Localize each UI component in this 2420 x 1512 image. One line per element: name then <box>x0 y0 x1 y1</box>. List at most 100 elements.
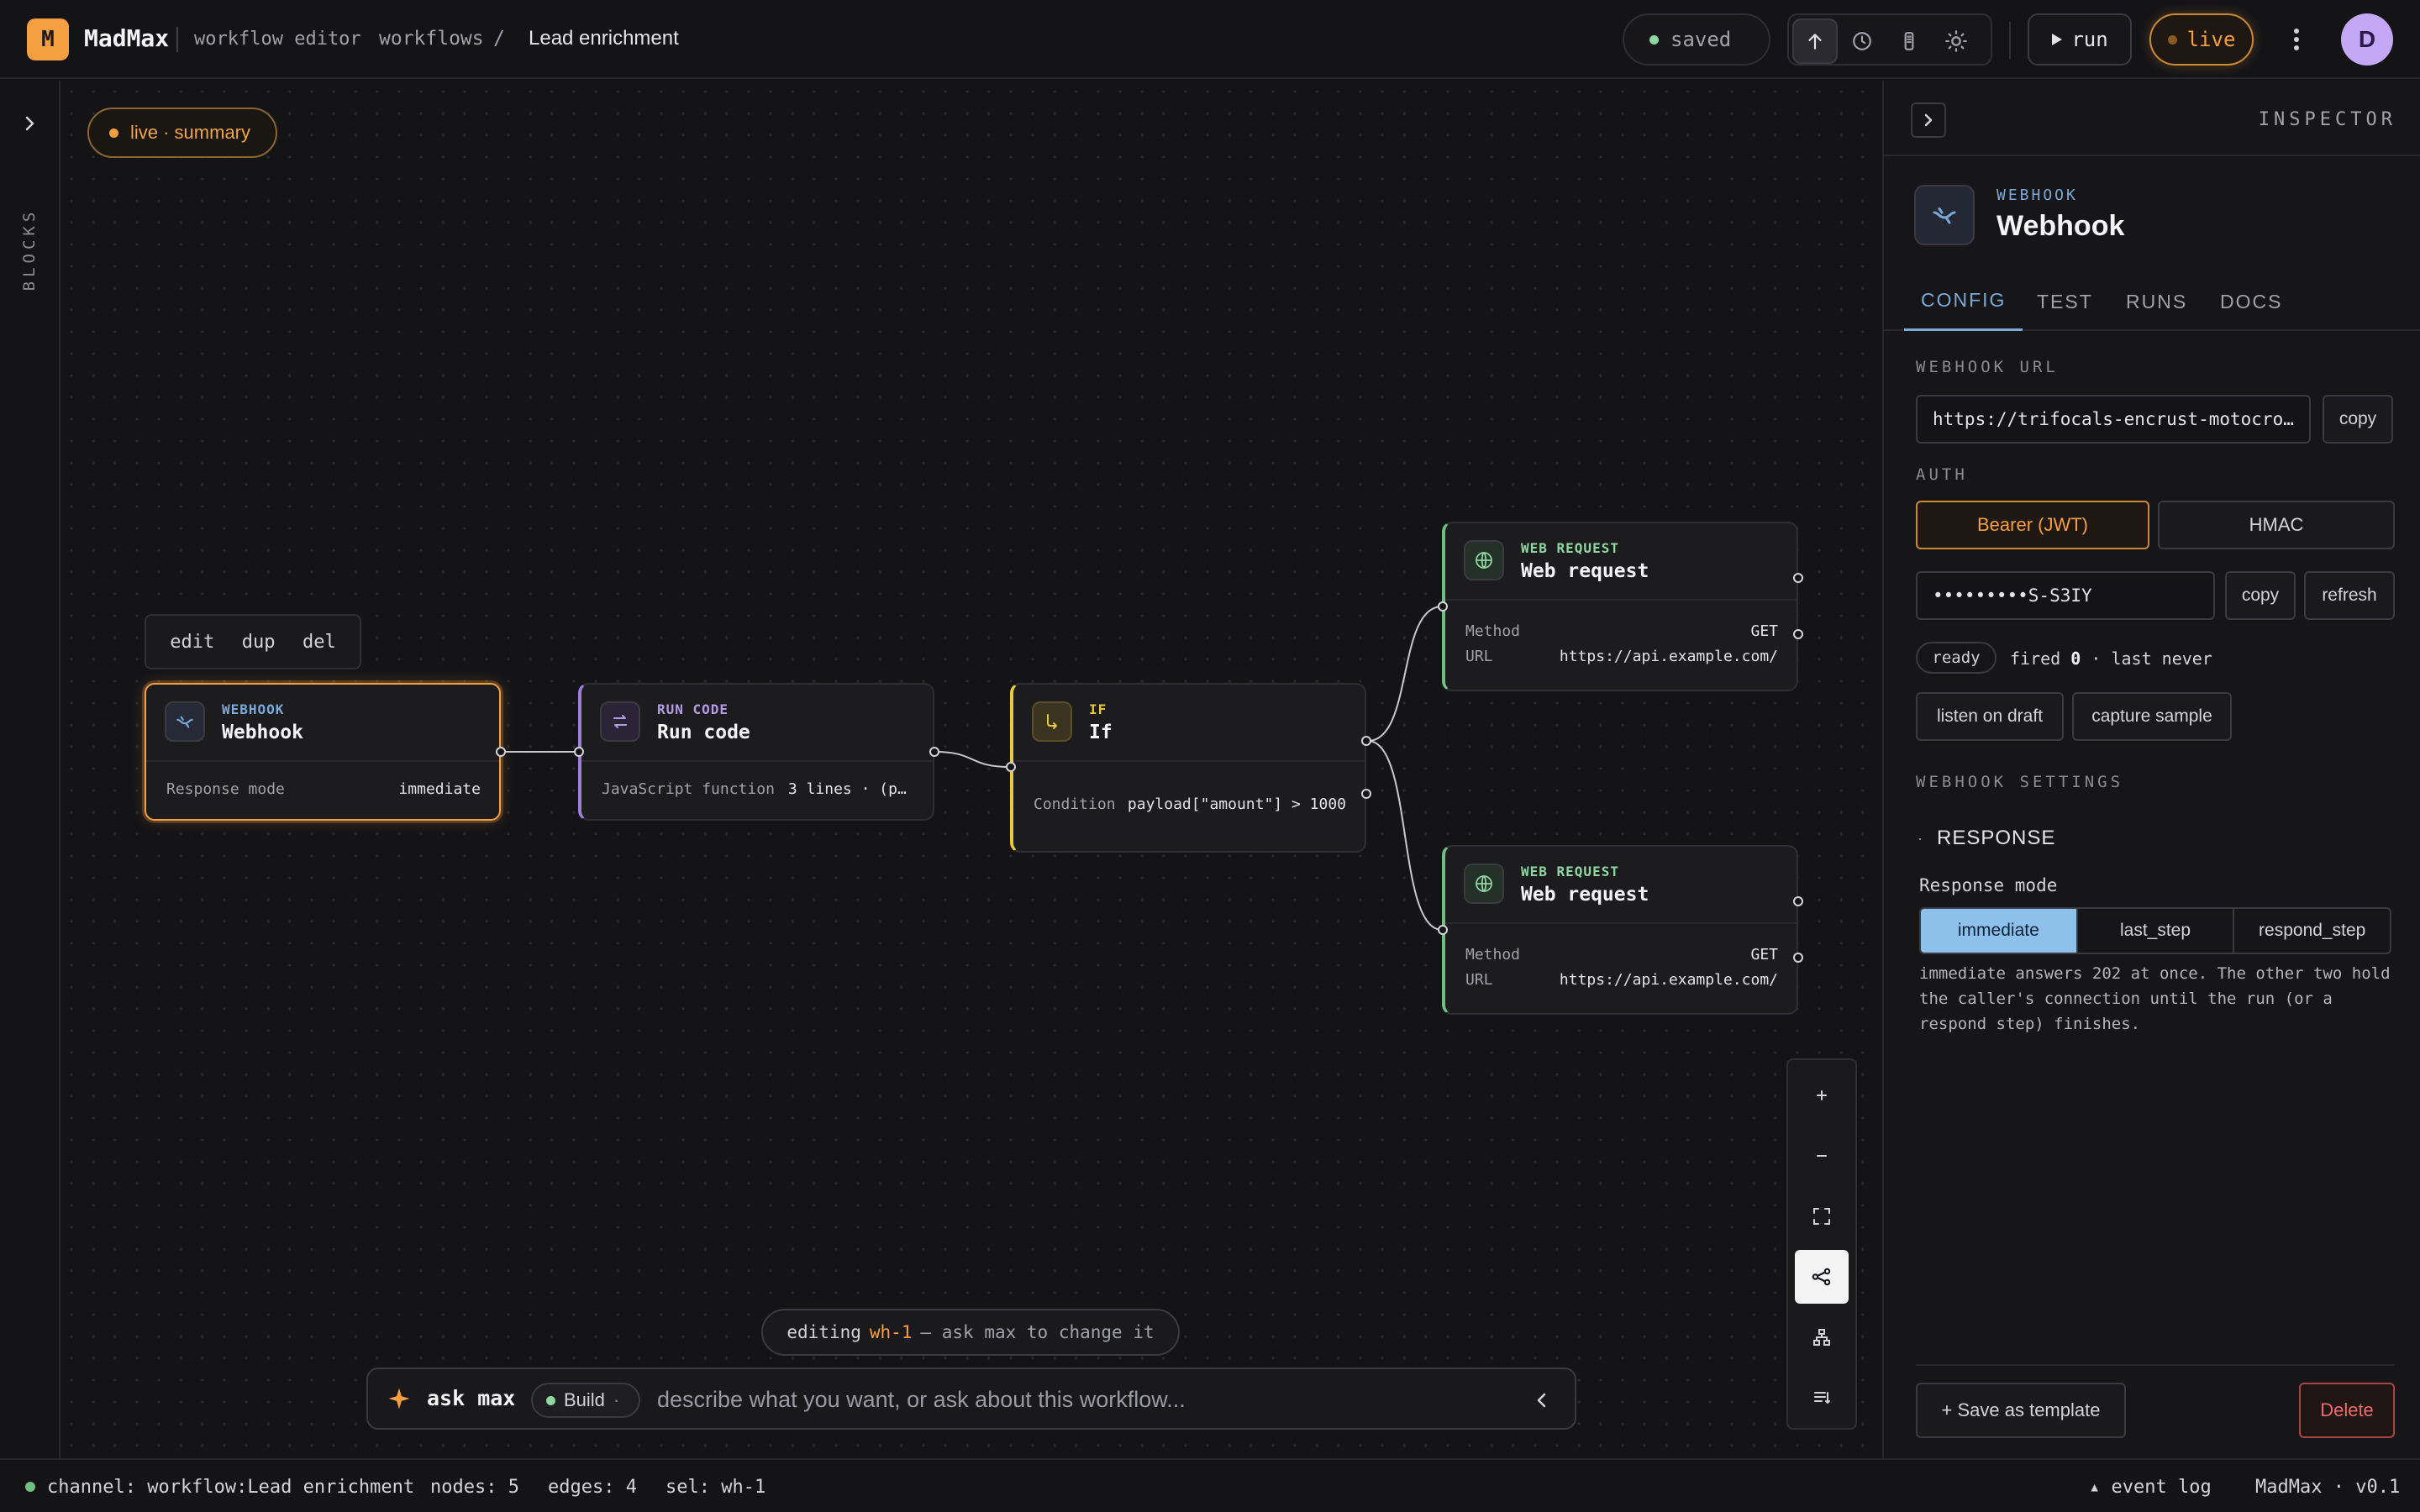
tab-docs[interactable]: DOCS <box>2220 272 2282 331</box>
output-port[interactable] <box>1793 896 1803 906</box>
node-count: nodes: 5 <box>430 1477 519 1498</box>
event-log-toggle[interactable]: ▴ event log <box>2089 1477 2212 1498</box>
fired-suffix: · last never <box>2091 648 2212 669</box>
delete-node-button[interactable]: Delete <box>2299 1383 2395 1438</box>
row-value: 3 lines · (payload) <box>787 780 914 798</box>
mode-suffix: · <box>613 1389 620 1410</box>
tree-layout-icon <box>1812 1327 1832 1347</box>
response-mode-respond-step[interactable]: respond_step <box>2234 909 2390 953</box>
avatar[interactable]: D <box>2341 13 2393 66</box>
tab-test[interactable]: TEST <box>2037 272 2093 331</box>
response-mode-selector: immediate last_step respond_step <box>1919 907 2391 954</box>
edge-if-req2[interactable] <box>1367 740 1443 931</box>
edge-if-req1[interactable] <box>1367 606 1443 742</box>
auth-hmac-option[interactable]: HMAC <box>2158 501 2395 549</box>
mode-selector[interactable]: Build · <box>531 1383 640 1418</box>
error-port[interactable] <box>1793 629 1803 639</box>
node-if[interactable]: IF If Condition payload["amount"] > 1000 <box>1006 683 1371 853</box>
zoom-out-button[interactable] <box>1795 1129 1849 1183</box>
status-badge: ready <box>1916 642 1996 674</box>
history-button[interactable] <box>1839 18 1885 64</box>
response-mode-immediate[interactable]: immediate <box>1921 909 2078 953</box>
node-webhook[interactable]: WEBHOOK Webhook Response mode immediate <box>145 683 506 821</box>
false-output-port[interactable] <box>1361 789 1371 799</box>
channel-status: channel: workflow:Lead enrichment <box>47 1477 415 1498</box>
workflow-canvas[interactable]: live · summary edit dup del WEBHOOK Webh… <box>60 81 1882 1458</box>
inspector-node-name[interactable]: Webhook <box>1996 210 2124 243</box>
output-port[interactable] <box>1793 573 1803 583</box>
edge-runcode-if[interactable] <box>934 751 1011 768</box>
more-menu-button[interactable] <box>2277 20 2316 59</box>
collapse-ask-button[interactable] <box>1529 1388 1555 1413</box>
output-port[interactable] <box>929 747 939 757</box>
input-port[interactable] <box>1438 601 1448 612</box>
webhook-url-label: WEBHOOK URL <box>1916 358 2059 376</box>
node-type-label: RUN CODE <box>657 701 729 717</box>
node-action-toolbar: edit dup del <box>145 614 361 669</box>
input-port[interactable] <box>574 747 584 757</box>
expand-blocks-button[interactable] <box>17 111 42 136</box>
node-web-request-2[interactable]: WEB REQUEST Web request Method GET URL h… <box>1438 845 1803 1015</box>
row-value: GET <box>1750 946 1778 963</box>
auto-layout-button[interactable] <box>1795 1250 1849 1304</box>
live-button[interactable]: live <box>2149 13 2254 66</box>
fired-prefix: fired <box>2010 648 2061 669</box>
response-mode-last-step[interactable]: last_step <box>2078 909 2235 953</box>
list-view-button[interactable] <box>1795 1371 1849 1425</box>
webhook-icon <box>1914 185 1975 245</box>
fit-view-button[interactable] <box>1795 1189 1849 1243</box>
capture-sample-button[interactable]: capture sample <box>2072 692 2232 741</box>
globe-icon <box>1464 540 1504 580</box>
collapse-dot-icon: · <box>1918 829 1923 847</box>
node-type-label: WEB REQUEST <box>1521 864 1619 879</box>
duplicate-node-button[interactable]: dup <box>242 632 276 653</box>
deploy-button[interactable] <box>1792 18 1838 64</box>
error-port[interactable] <box>1793 953 1803 963</box>
breadcrumb-workflows[interactable]: workflows <box>379 28 484 50</box>
app-logo[interactable]: M <box>27 18 69 60</box>
zoom-in-icon <box>1814 1088 1829 1103</box>
response-section-toggle[interactable]: · RESPONSE <box>1918 827 2055 850</box>
delete-node-button[interactable]: del <box>302 632 336 653</box>
version-label: MadMax · v0.1 <box>2255 1477 2401 1498</box>
true-output-port[interactable] <box>1361 736 1371 746</box>
theme-toggle-button[interactable] <box>1933 18 1979 64</box>
run-button[interactable]: run <box>2028 13 2132 66</box>
auth-label: AUTH <box>1916 465 1968 484</box>
live-summary-label: live · summary <box>130 122 251 143</box>
live-summary-pill[interactable]: live · summary <box>87 108 277 158</box>
output-port[interactable] <box>496 747 506 757</box>
webhook-icon <box>165 701 205 742</box>
response-section-label: RESPONSE <box>1937 827 2056 849</box>
node-run-code[interactable]: RUN CODE Run code JavaScript function 3 … <box>574 683 939 821</box>
mobile-preview-button[interactable] <box>1886 18 1932 64</box>
node-row: Response mode immediate <box>166 780 481 798</box>
input-port[interactable] <box>1006 762 1016 772</box>
play-icon <box>2051 33 2063 46</box>
webhook-url-field[interactable] <box>1916 395 2311 444</box>
auth-jwt-option[interactable]: Bearer (JWT) <box>1916 501 2149 549</box>
tab-config[interactable]: CONFIG <box>1904 272 2023 331</box>
listen-on-draft-button[interactable]: listen on draft <box>1916 692 2064 741</box>
history-icon <box>1851 30 1873 52</box>
ask-input[interactable] <box>657 1383 1497 1415</box>
row-key: URL <box>1465 971 1493 989</box>
breadcrumb-current[interactable]: Lead enrichment <box>529 27 679 50</box>
auth-token-field[interactable] <box>1916 571 2215 620</box>
refresh-token-button[interactable]: refresh <box>2304 571 2395 620</box>
node-title: Run code <box>657 722 750 743</box>
inspector-node-type: WEBHOOK <box>1996 186 2078 204</box>
tree-layout-button[interactable] <box>1795 1310 1849 1364</box>
copy-url-button[interactable]: copy <box>2323 395 2393 444</box>
collapse-inspector-button[interactable] <box>1911 102 1946 138</box>
edit-node-button[interactable]: edit <box>170 632 214 653</box>
node-web-request-1[interactable]: WEB REQUEST Web request Method GET URL h… <box>1438 522 1803 691</box>
copy-token-button[interactable]: copy <box>2225 571 2296 620</box>
node-title: Web request <box>1521 560 1649 582</box>
editing-suffix: — ask max to change it <box>920 1322 1155 1342</box>
input-port[interactable] <box>1438 925 1448 935</box>
save-as-template-button[interactable]: + Save as template <box>1916 1383 2126 1438</box>
row-key: JavaScript function <box>602 780 775 798</box>
tab-runs[interactable]: RUNS <box>2126 272 2187 331</box>
zoom-in-button[interactable] <box>1795 1068 1849 1122</box>
